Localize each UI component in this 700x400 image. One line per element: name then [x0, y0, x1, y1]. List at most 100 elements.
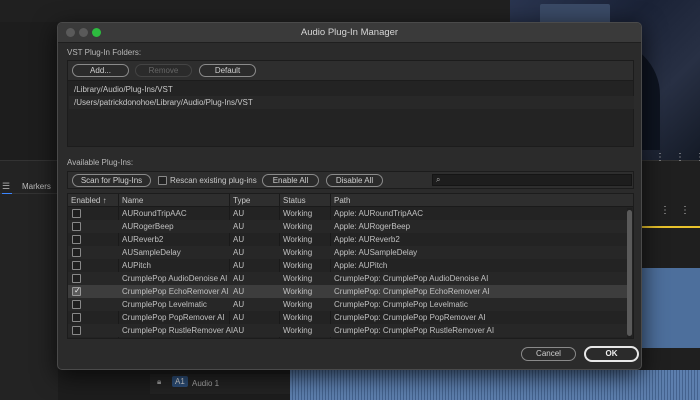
table-row[interactable]: AURoundTripAAC AU Working Apple: AURoundTri…	[68, 207, 628, 220]
plugin-enabled-checkbox[interactable]	[72, 274, 81, 283]
plugin-type: AU	[233, 222, 245, 231]
bg-audio-track-header	[150, 374, 290, 394]
plugin-status: Working	[283, 287, 313, 296]
plugin-status: Working	[283, 326, 313, 335]
bg-work-area-bar	[636, 226, 700, 228]
rescan-label[interactable]: Rescan existing plug-ins	[170, 176, 257, 185]
vst-toolbar: Add... Remove Default	[68, 61, 633, 81]
plugins-toolbar: Scan for Plug-Ins Rescan existing plug-i…	[67, 171, 634, 189]
ok-button[interactable]: OK	[584, 346, 639, 362]
sort-ascending-icon: ↑	[102, 196, 107, 205]
plugin-name: AUSampleDelay	[122, 248, 181, 257]
plugins-table: Enabled ↑ Name Type Status Path AURoundT…	[67, 193, 634, 339]
bg-video-clip	[636, 268, 700, 348]
plugin-status: Working	[283, 300, 313, 309]
checkmark-icon: ✓	[74, 286, 81, 295]
vst-folder-row[interactable]: /Users/patrickdonohoe/Library/Audio/Plug…	[69, 96, 634, 109]
search-icon: ⌕	[436, 175, 441, 184]
title-bar[interactable]: Audio Plug-In Manager	[58, 23, 641, 43]
plugin-type: AU	[233, 300, 245, 309]
remove-folder-button[interactable]: Remove	[135, 64, 192, 77]
plugin-path: Apple: AUSampleDelay	[334, 248, 418, 257]
plugin-type: AU	[233, 274, 245, 283]
bg-playback-controls: ⋮⋮⋮	[655, 152, 700, 163]
table-row[interactable]: CrumplePop RustleRemover AI AU Working Crum…	[68, 324, 628, 337]
scan-plugins-button[interactable]: Scan for Plug-Ins	[72, 174, 151, 187]
col-status[interactable]: Status	[283, 196, 306, 205]
plugin-path: Apple: AUPitch	[334, 261, 388, 270]
plugin-type: AU	[233, 209, 245, 218]
table-row[interactable]: CrumplePop AudioDenoise AI AU Working Crump…	[68, 272, 628, 285]
plugin-name: AUReverb2	[122, 235, 164, 244]
table-row[interactable]: AURogerBeep AU Working Apple: AURogerBeep	[68, 220, 628, 233]
plugin-search-field[interactable]: ⌕	[432, 174, 632, 186]
plugin-enabled-checkbox[interactable]	[72, 261, 81, 270]
track-name: Audio 1	[192, 379, 220, 388]
bg-timeline-controls: ⋮⋮	[660, 205, 700, 216]
plugin-path: Apple: AURoundTripAAC	[334, 209, 424, 218]
plugin-enabled-checkbox[interactable]	[72, 222, 81, 231]
plugin-name: CrumplePop AudioDenoise AI	[122, 274, 228, 283]
bg-left-panel	[0, 160, 58, 400]
dialog-title: Audio Plug-In Manager	[300, 27, 399, 38]
track-target-a1[interactable]: A1	[172, 376, 188, 387]
plugin-status: Working	[283, 313, 313, 322]
markers-tab[interactable]: Markers	[22, 182, 51, 191]
table-scrollbar[interactable]	[627, 208, 632, 338]
plugin-enabled-checkbox[interactable]: ✓	[72, 286, 81, 296]
plugin-type: AU	[233, 287, 245, 296]
plugin-path: Apple: AURogerBeep	[334, 222, 411, 231]
plugin-type: AU	[233, 248, 245, 257]
plugin-path: CrumplePop: CrumplePop AudioDenoise AI	[334, 274, 489, 283]
table-row[interactable]: AUReverb2 AU Working Apple: AUReverb2	[68, 233, 628, 246]
table-row[interactable]: CrumplePop PopRemover AI AU Working Crumple…	[68, 311, 628, 324]
col-path[interactable]: Path	[334, 196, 350, 205]
cancel-button[interactable]: Cancel	[521, 347, 576, 361]
plugin-status: Working	[283, 235, 313, 244]
table-row[interactable]: ✓ CrumplePop EchoRemover AI AU Working Crump…	[68, 285, 628, 298]
plugin-path: CrumplePop: CrumplePop EchoRemover AI	[334, 287, 490, 296]
plugin-path: CrumplePop: CrumplePop PopRemover AI	[334, 313, 486, 322]
default-folders-button[interactable]: Default	[199, 64, 256, 77]
plugin-type: AU	[233, 313, 245, 322]
table-row[interactable]: CrumplePop Levelmatic AU Working CrumplePop…	[68, 298, 628, 311]
bg-audio-clip	[290, 370, 700, 400]
tab-underline	[2, 193, 12, 194]
plugin-path: CrumplePop: CrumplePop RustleRemover AI	[334, 326, 495, 335]
plugin-enabled-checkbox[interactable]	[72, 313, 81, 322]
col-type[interactable]: Type	[233, 196, 250, 205]
table-header: Enabled ↑ Name Type Status Path	[68, 194, 633, 207]
plugin-enabled-checkbox[interactable]	[72, 300, 81, 309]
vst-folder-row[interactable]: /Library/Audio/Plug-Ins/VST	[69, 83, 634, 96]
col-enabled[interactable]: Enabled ↑	[71, 196, 107, 205]
plugin-type: AU	[233, 326, 245, 335]
rescan-checkbox[interactable]	[158, 176, 167, 185]
scrollbar-thumb[interactable]	[627, 210, 632, 336]
plugin-name: CrumplePop Levelmatic	[122, 300, 207, 309]
plugin-status: Working	[283, 274, 313, 283]
table-row[interactable]: AUSampleDelay AU Working Apple: AUSampleDel…	[68, 246, 628, 259]
plugin-enabled-checkbox[interactable]	[72, 235, 81, 244]
disable-all-button[interactable]: Disable All	[326, 174, 383, 187]
available-plugins-label: Available Plug-Ins:	[67, 158, 134, 167]
plugin-enabled-checkbox[interactable]	[72, 248, 81, 257]
enable-all-button[interactable]: Enable All	[262, 174, 319, 187]
panel-menu-icon[interactable]: ☰	[2, 181, 10, 192]
audio-plugin-manager-dialog: Audio Plug-In Manager VST Plug-In Folder…	[57, 22, 642, 370]
plugin-path: CrumplePop: CrumplePop Levelmatic	[334, 300, 468, 309]
plugin-status: Working	[283, 209, 313, 218]
lock-icon[interactable]: 🔒︎	[157, 377, 161, 387]
plugin-name: CrumplePop RustleRemover AI	[122, 326, 234, 335]
add-folder-button[interactable]: Add...	[72, 64, 129, 77]
plugin-status: Working	[283, 222, 313, 231]
vst-folders-panel: Add... Remove Default /Library/Audio/Plu…	[67, 60, 634, 147]
plugin-enabled-checkbox[interactable]	[72, 209, 81, 218]
col-name[interactable]: Name	[122, 196, 143, 205]
plugin-type: AU	[233, 235, 245, 244]
table-row[interactable]: AUPitch AU Working Apple: AUPitch	[68, 259, 628, 272]
plugin-name: CrumplePop EchoRemover AI	[122, 287, 229, 296]
bg-left-tabs: ☰ Markers	[0, 178, 58, 194]
plugin-name: AURogerBeep	[122, 222, 174, 231]
plugin-type: AU	[233, 261, 245, 270]
plugin-enabled-checkbox[interactable]	[72, 326, 81, 335]
